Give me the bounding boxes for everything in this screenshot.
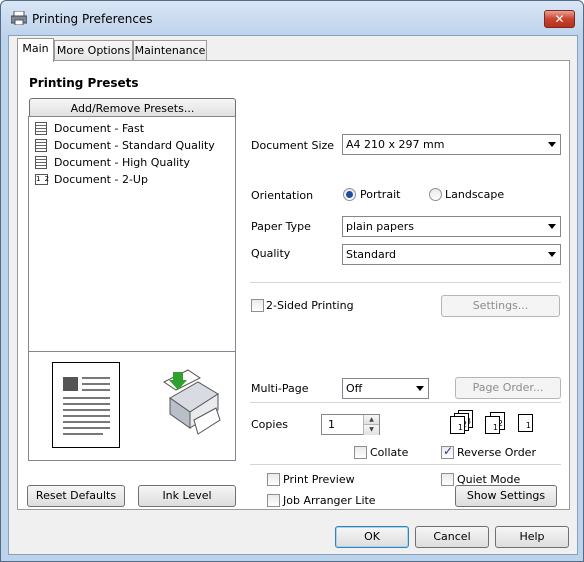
two-sided-printing-label[interactable]: 2-Sided Printing [266, 299, 354, 312]
main-tab-panel: Printing Presets Add/Remove Presets... D… [17, 60, 570, 510]
copies-stepper[interactable]: 1 ▲ ▼ [321, 414, 380, 435]
collate-order-icons: 3 2 1 2 1 1 [450, 410, 545, 436]
print-preview-checkbox[interactable] [267, 473, 280, 486]
copies-label: Copies [251, 418, 288, 431]
printing-preferences-window: Printing Preferences ✕ Main More Options… [0, 0, 584, 562]
job-arranger-lite-checkbox[interactable] [267, 494, 280, 507]
collate-checkbox[interactable] [354, 446, 367, 459]
preset-label: Document - Fast [54, 122, 145, 135]
divider [250, 402, 561, 403]
page-stack-icon: 1 [516, 410, 542, 434]
multi-page-label: Multi-Page [251, 382, 309, 395]
close-button[interactable]: ✕ [544, 10, 575, 28]
preset-label: Document - High Quality [54, 156, 191, 169]
quiet-mode-checkbox[interactable] [441, 473, 454, 486]
orientation-label: Orientation [251, 189, 314, 202]
page-stack-icon: 3 2 1 [450, 410, 476, 434]
collate-label[interactable]: Collate [370, 446, 408, 459]
tab-more-options[interactable]: More Options [54, 40, 133, 62]
paper-type-label: Paper Type [251, 220, 311, 233]
paper-type-value: plain papers [346, 220, 415, 233]
ink-level-button[interactable]: Ink Level [138, 485, 236, 507]
portrait-radio[interactable] [343, 188, 356, 201]
landscape-radio[interactable] [429, 188, 442, 201]
chevron-down-icon [548, 224, 556, 229]
printing-presets-heading: Printing Presets [29, 76, 139, 90]
copies-value[interactable]: 1 [328, 418, 335, 431]
two-sided-printing-checkbox[interactable] [251, 299, 264, 312]
document-size-select[interactable]: A4 210 x 297 mm [342, 134, 561, 155]
preset-label: Document - Standard Quality [54, 139, 215, 152]
portrait-label[interactable]: Portrait [360, 188, 400, 201]
reset-defaults-button[interactable]: Reset Defaults [27, 485, 125, 507]
document-size-value: A4 210 x 297 mm [346, 138, 445, 151]
window-title: Printing Preferences [32, 12, 153, 26]
chevron-down-icon [548, 252, 556, 257]
cancel-button[interactable]: Cancel [415, 526, 489, 548]
title-bar[interactable]: Printing Preferences ✕ [1, 1, 583, 35]
document-icon [35, 156, 47, 169]
two-sided-settings-button[interactable]: Settings... [441, 295, 560, 317]
multi-page-value: Off [346, 382, 363, 395]
layout-preview [28, 351, 236, 461]
printer-paper-feed-icon [163, 369, 221, 435]
landscape-label[interactable]: Landscape [445, 188, 504, 201]
job-arranger-lite-label[interactable]: Job Arranger Lite [283, 494, 376, 507]
divider [250, 282, 561, 283]
document-icon [35, 122, 47, 135]
help-button[interactable]: Help [495, 526, 569, 548]
printer-icon [11, 11, 27, 25]
document-icon [35, 139, 47, 152]
multi-page-select[interactable]: Off [342, 378, 429, 399]
tab-maintenance[interactable]: Maintenance [133, 40, 207, 62]
close-icon: ✕ [554, 12, 565, 26]
quality-value: Standard [346, 248, 397, 261]
stepper-down-icon[interactable]: ▼ [363, 425, 379, 435]
document-size-label: Document Size [251, 139, 335, 152]
paper-type-select[interactable]: plain papers [342, 216, 561, 237]
chevron-down-icon [548, 142, 556, 147]
print-preview-label[interactable]: Print Preview [283, 473, 355, 486]
preset-label: Document - 2-Up [54, 173, 148, 186]
two-up-icon: 1 2 [35, 174, 51, 185]
stepper-up-icon[interactable]: ▲ [363, 415, 379, 425]
show-settings-button[interactable]: Show Settings [455, 485, 557, 507]
page-sheet: 1 [518, 414, 533, 432]
divider [250, 464, 561, 465]
reverse-order-label[interactable]: Reverse Order [457, 446, 536, 459]
chevron-down-icon [416, 386, 424, 391]
page-preview-icon [52, 362, 120, 448]
ok-button[interactable]: OK [335, 526, 409, 548]
reverse-order-checkbox[interactable] [441, 444, 454, 459]
quality-label: Quality [251, 247, 291, 260]
tab-main[interactable]: Main [17, 38, 54, 62]
page-order-button[interactable]: Page Order... [455, 377, 561, 399]
page-sheet: 1 [485, 416, 500, 434]
page-sheet: 1 [450, 416, 465, 434]
dialog-client-area: Main More Options Maintenance Printing P… [8, 35, 578, 555]
page-stack-icon: 2 1 [484, 410, 510, 434]
quality-select[interactable]: Standard [342, 244, 561, 265]
